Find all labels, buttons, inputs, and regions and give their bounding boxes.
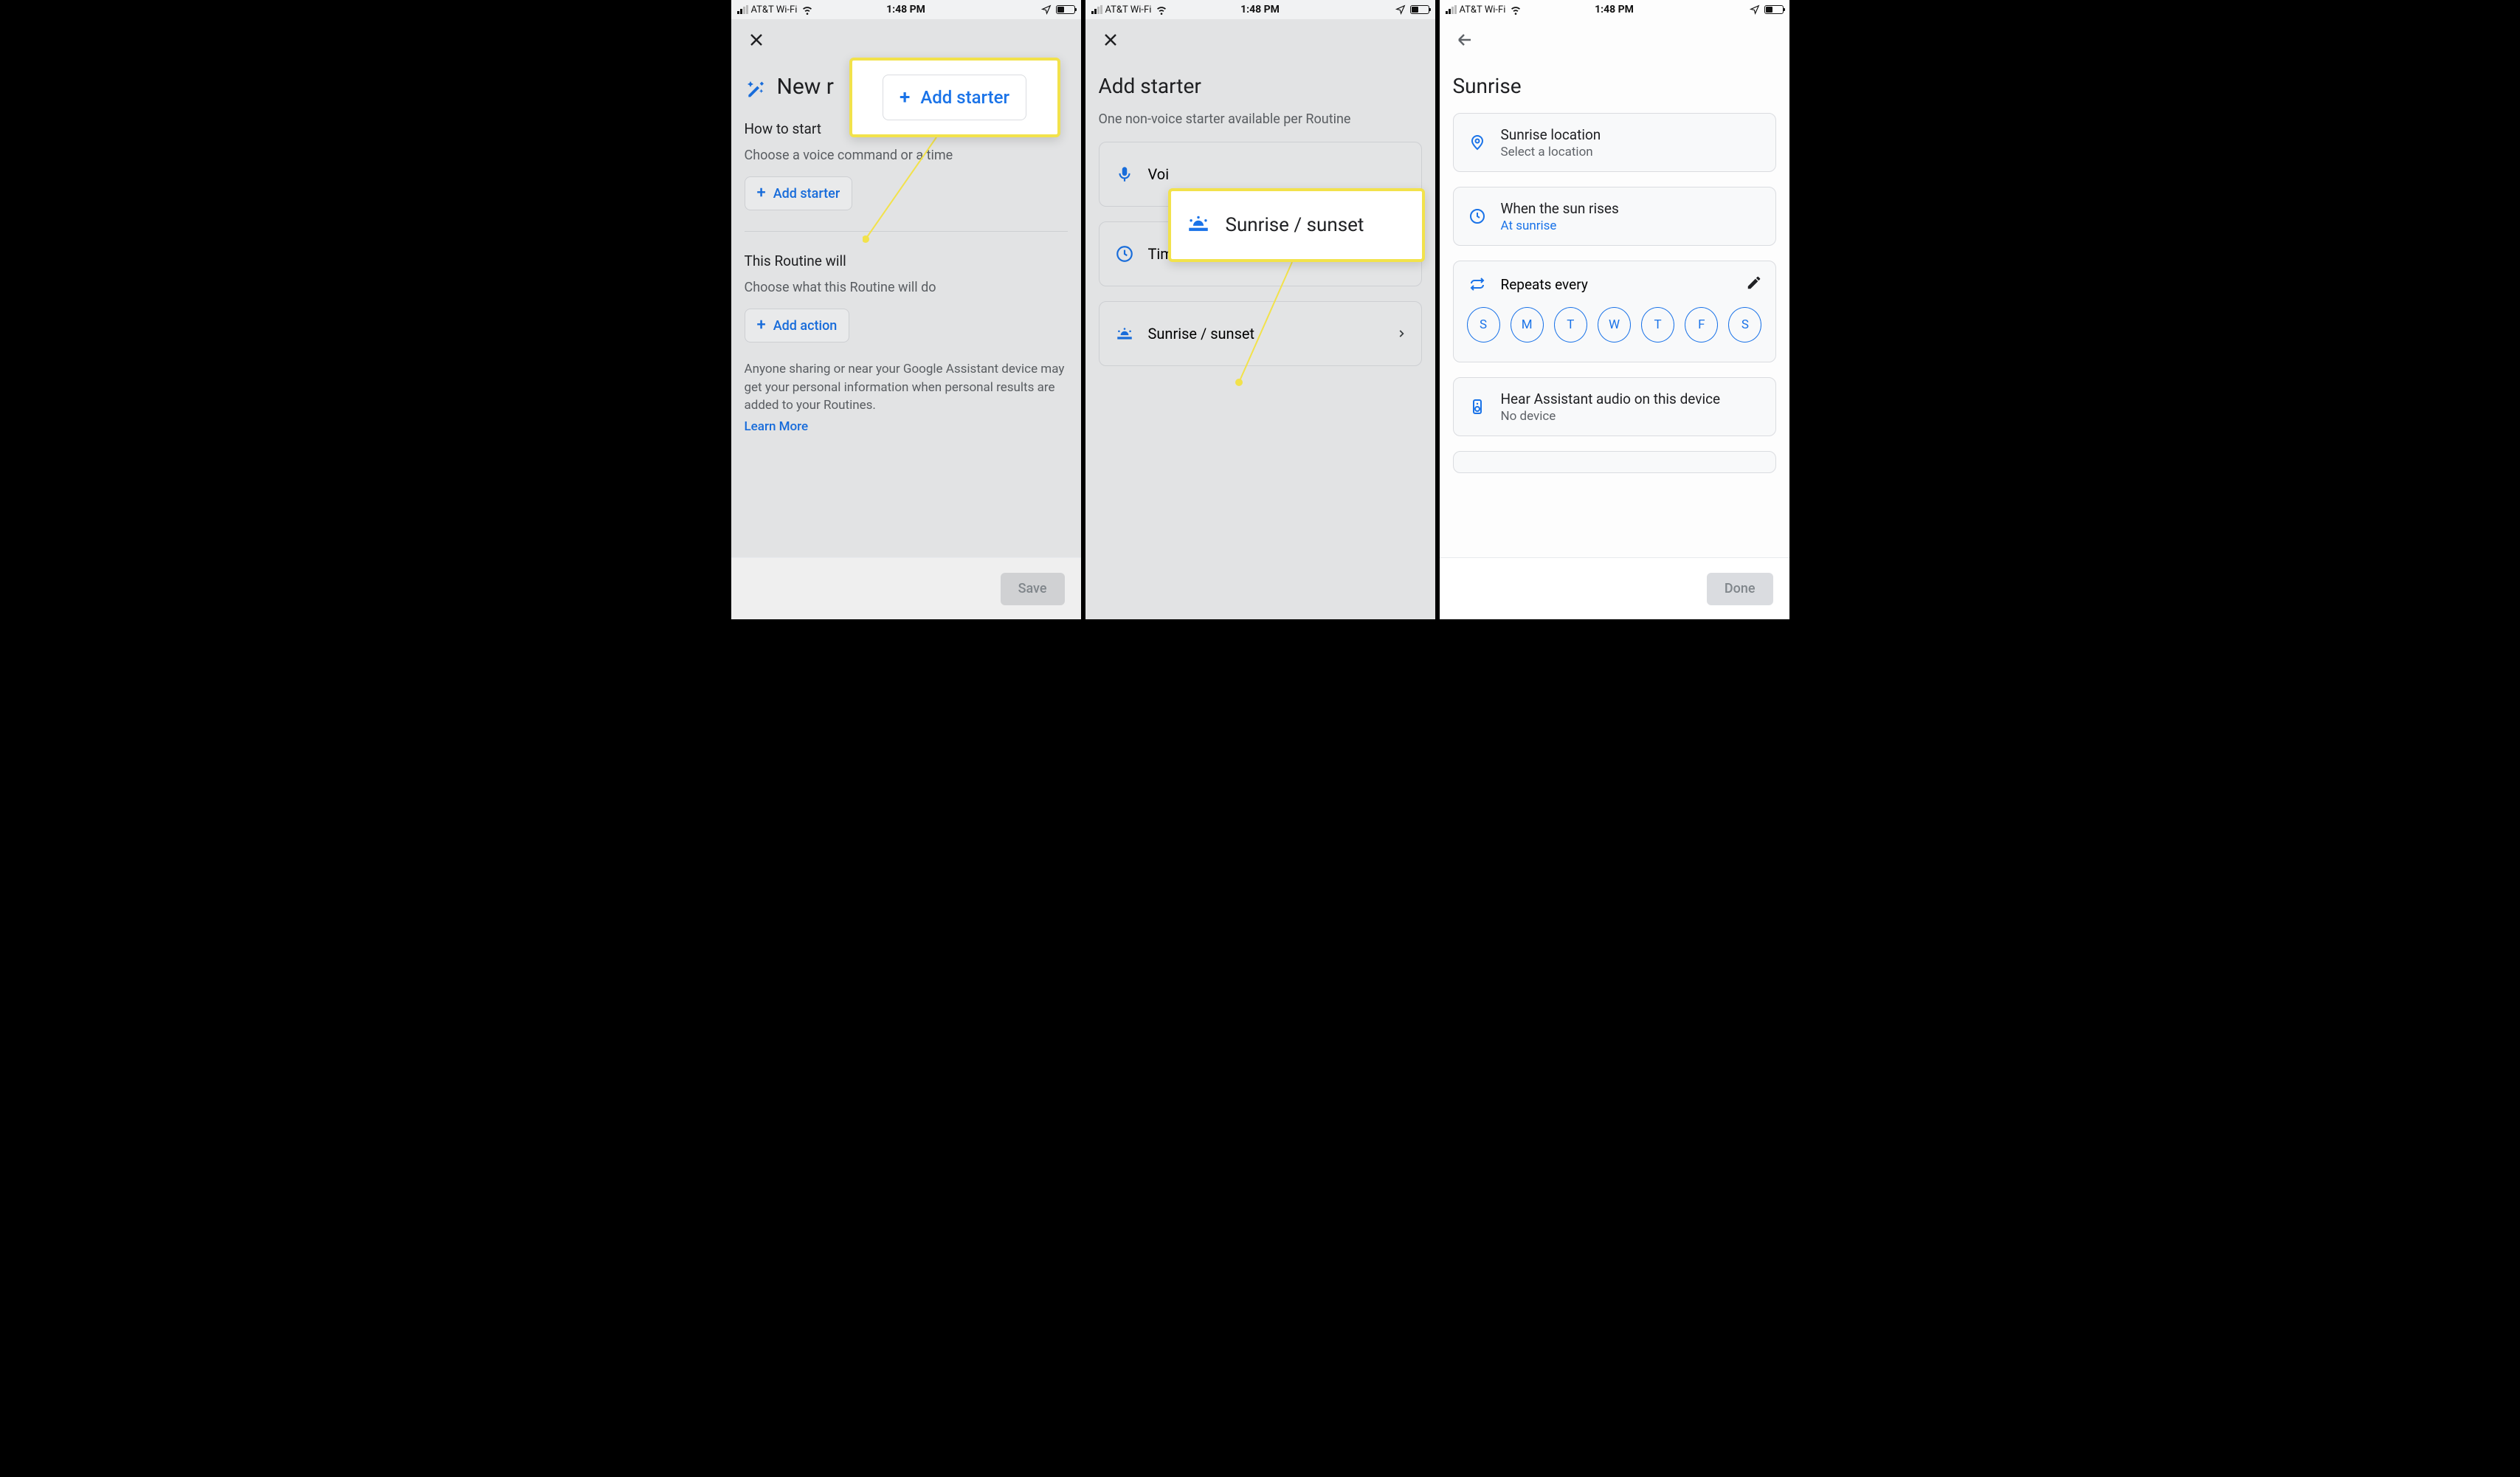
screen-new-routine: AT&T Wi-Fi 1:48 PM New r How to star: [731, 0, 1081, 619]
location-icon: [1750, 4, 1760, 15]
carrier-label: AT&T Wi-Fi: [1460, 4, 1506, 16]
day-sat[interactable]: S: [1728, 307, 1761, 342]
plus-icon: +: [757, 317, 766, 334]
card-sunrise-location[interactable]: Sunrise location Select a location: [1453, 113, 1776, 172]
clock-label: 1:48 PM: [1595, 4, 1634, 16]
when-sub: At sunrise: [1501, 218, 1619, 233]
nav-bar: [1440, 19, 1789, 61]
clock-icon: [1114, 244, 1135, 264]
carrier-label: AT&T Wi-Fi: [751, 4, 798, 16]
footer: Done: [1440, 557, 1789, 619]
repeat-icon: [1467, 275, 1488, 293]
repeats-title: Repeats every: [1501, 276, 1588, 293]
screen-add-starter: AT&T Wi-Fi 1:48 PM Add starter One non-v…: [1081, 0, 1435, 619]
signal-icon: [1446, 5, 1457, 14]
back-button[interactable]: [1450, 25, 1480, 55]
clock-label: 1:48 PM: [1240, 4, 1280, 16]
edit-button[interactable]: [1746, 275, 1762, 294]
signal-icon: [737, 5, 748, 14]
chevron-right-icon: [1396, 325, 1406, 342]
close-button[interactable]: [742, 25, 771, 55]
card-when-sun-rises[interactable]: When the sun rises At sunrise: [1453, 187, 1776, 246]
footer: Save: [731, 557, 1081, 619]
card-hear-assistant[interactable]: Hear Assistant audio on this device No d…: [1453, 377, 1776, 436]
wand-icon: [745, 75, 768, 99]
clock-icon: [1467, 207, 1488, 225]
battery-icon: [1764, 5, 1784, 14]
wifi-icon: [801, 4, 813, 16]
learn-more-link[interactable]: Learn More: [745, 418, 1068, 436]
card-partial: [1453, 451, 1776, 473]
day-tue[interactable]: T: [1554, 307, 1587, 342]
hear-sub: No device: [1501, 409, 1721, 424]
disclosure-text: Anyone sharing or near your Google Assis…: [745, 360, 1068, 436]
nav-bar: [1085, 19, 1435, 61]
option-sun-label: Sunrise / sunset: [1148, 325, 1255, 342]
add-starter-label: Add starter: [773, 186, 840, 202]
page-title: Sunrise: [1453, 74, 1776, 98]
subtitle: One non-voice starter available per Rout…: [1099, 111, 1422, 127]
day-wed[interactable]: W: [1598, 307, 1631, 342]
wifi-icon: [1156, 4, 1167, 16]
page-title: Add starter: [1099, 74, 1422, 98]
this-routine-will-label: This Routine will: [745, 252, 1068, 269]
choose-voice-hint: Choose a voice command or a time: [745, 148, 1068, 163]
hear-title: Hear Assistant audio on this device: [1501, 390, 1721, 407]
save-button[interactable]: Save: [1001, 573, 1065, 605]
close-button[interactable]: [1096, 25, 1125, 55]
status-bar: AT&T Wi-Fi 1:48 PM: [731, 0, 1081, 19]
add-starter-button[interactable]: + Add starter: [745, 176, 853, 210]
nav-bar: [731, 19, 1081, 61]
signal-icon: [1091, 5, 1102, 14]
status-bar: AT&T Wi-Fi 1:48 PM: [1085, 0, 1435, 19]
location-icon: [1041, 4, 1052, 15]
add-action-button[interactable]: + Add action: [745, 309, 850, 342]
days-row: S M T W T F S: [1454, 301, 1775, 357]
callout-sun-label: Sunrise / sunset: [1226, 214, 1364, 236]
location-sub: Select a location: [1501, 145, 1601, 159]
callout-sunrise-sunset: Sunrise / sunset: [1168, 188, 1425, 262]
option-sunrise-sunset[interactable]: Sunrise / sunset: [1099, 301, 1422, 366]
day-mon[interactable]: M: [1511, 307, 1544, 342]
sunrise-icon: [1114, 324, 1135, 343]
plus-icon: +: [757, 185, 766, 202]
day-sun[interactable]: S: [1467, 307, 1500, 342]
content: New r How to start Choose a voice comman…: [731, 74, 1081, 503]
battery-icon: [1056, 5, 1075, 14]
screen-sunrise: AT&T Wi-Fi 1:48 PM Sunrise: [1435, 0, 1789, 619]
speaker-icon: [1467, 398, 1488, 416]
add-action-label: Add action: [773, 318, 838, 334]
status-bar: AT&T Wi-Fi 1:48 PM: [1440, 0, 1789, 19]
day-fri[interactable]: F: [1685, 307, 1718, 342]
battery-icon: [1410, 5, 1429, 14]
divider: [745, 231, 1068, 232]
page-title-text: New r: [777, 74, 834, 100]
done-button[interactable]: Done: [1707, 573, 1773, 605]
pin-icon: [1467, 134, 1488, 151]
day-thu[interactable]: T: [1641, 307, 1674, 342]
clock-label: 1:48 PM: [886, 4, 925, 16]
content: Sunrise Sunrise location Select a locati…: [1440, 74, 1789, 540]
plus-icon: +: [900, 86, 910, 109]
callout-add-starter: + Add starter: [849, 58, 1060, 137]
mic-icon: [1114, 165, 1135, 184]
location-icon: [1395, 4, 1406, 15]
carrier-label: AT&T Wi-Fi: [1105, 4, 1152, 16]
location-title: Sunrise location: [1501, 126, 1601, 143]
card-repeats: Repeats every S M T W T F S: [1453, 261, 1776, 362]
callout-add-starter-label: Add starter: [920, 87, 1009, 108]
choose-what-hint: Choose what this Routine will do: [745, 280, 1068, 295]
option-voice-label: Voi: [1148, 165, 1170, 183]
when-title: When the sun rises: [1501, 200, 1619, 217]
sunrise-icon: [1186, 211, 1211, 239]
wifi-icon: [1510, 4, 1522, 16]
